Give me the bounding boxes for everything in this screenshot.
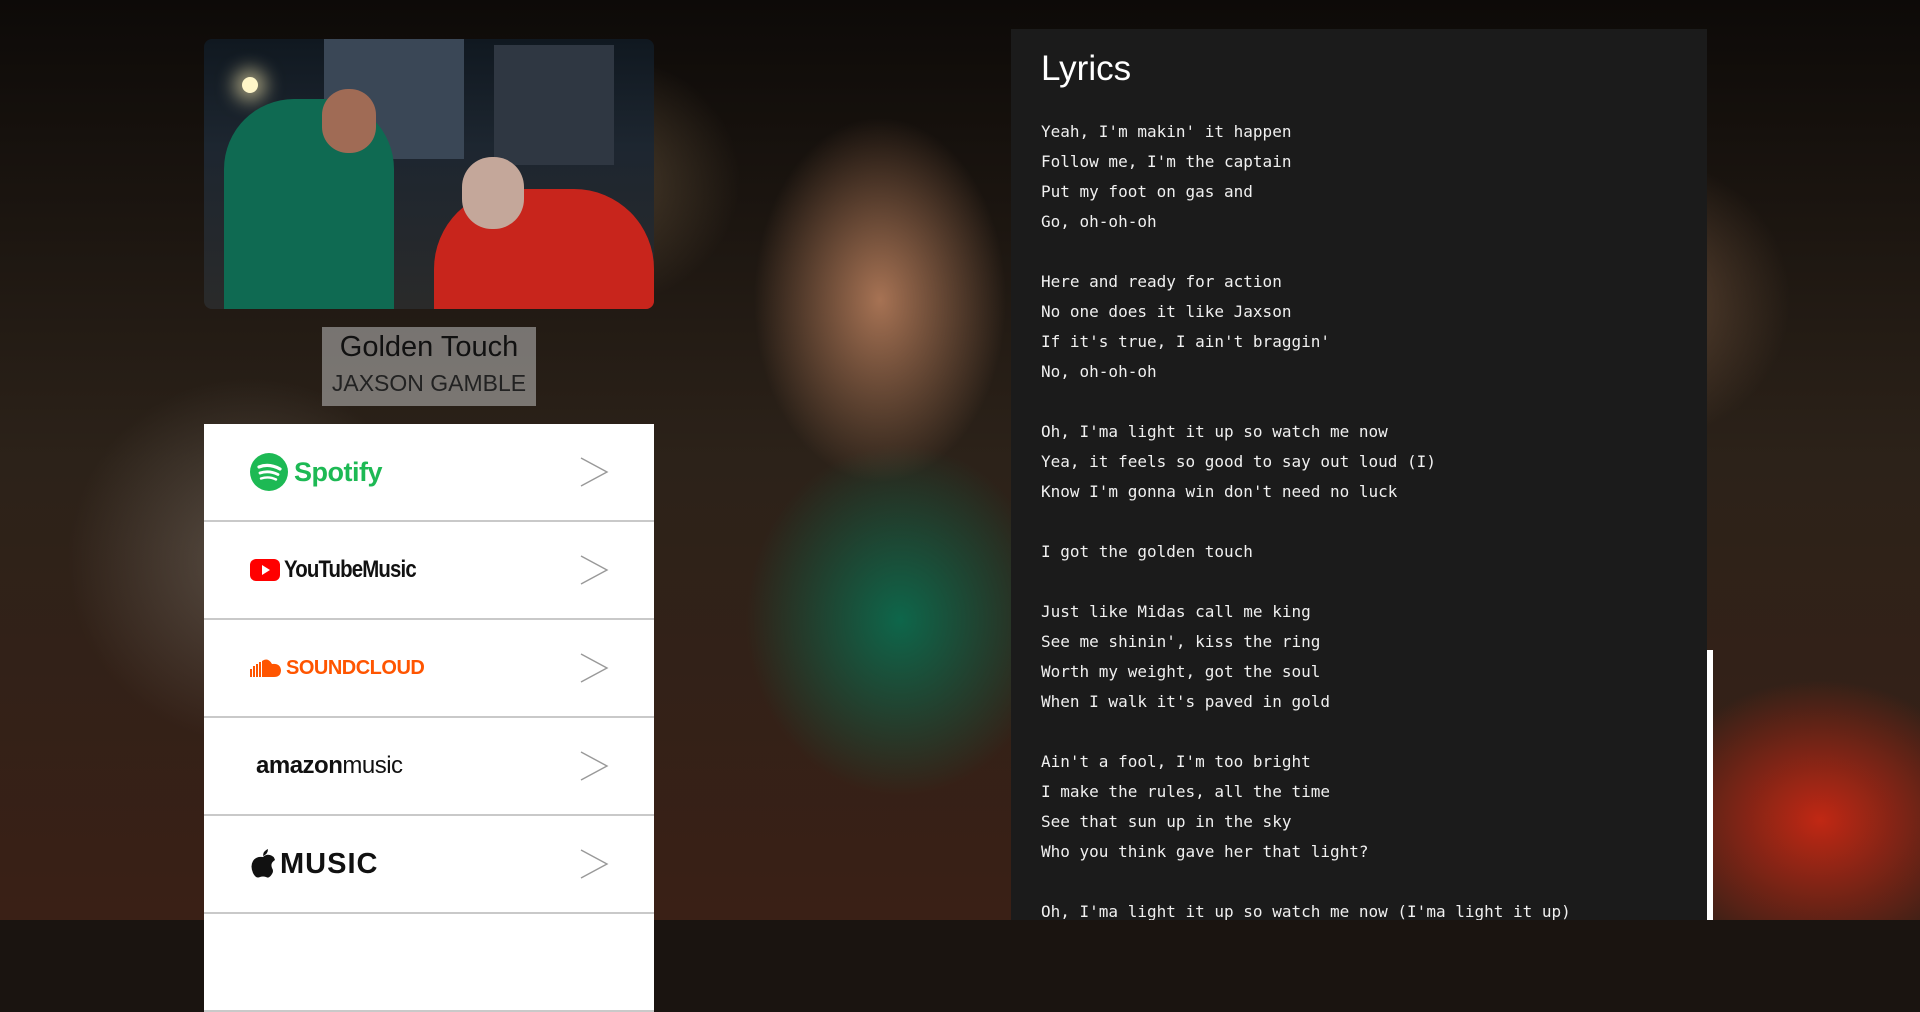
lyric-line <box>1041 237 1681 267</box>
lyric-line: Oh, I'ma light it up so watch me now <box>1041 422 1388 441</box>
lyric-line: If it's true, I ain't braggin' <box>1041 332 1330 351</box>
apple-music-logo: MUSIC <box>250 844 378 884</box>
lyric-line: Just like Midas call me king <box>1041 602 1311 621</box>
amazon-music-logo: amazonmusic <box>256 746 403 786</box>
artist-name: JAXSON GAMBLE <box>331 370 527 396</box>
platform-soundcloud[interactable]: SOUNDCLOUD <box>204 620 654 718</box>
chevron-right-icon <box>580 653 609 683</box>
lyric-line: I got the golden touch <box>1041 542 1253 561</box>
lyric-line <box>1041 507 1681 537</box>
chevron-right-icon <box>580 555 609 585</box>
lyric-line <box>1041 567 1681 597</box>
soundcloud-icon <box>250 659 281 677</box>
lyric-line <box>1041 387 1681 417</box>
lyric-line: No, oh-oh-oh <box>1041 362 1157 381</box>
soundcloud-logo: SOUNDCLOUD <box>250 648 425 688</box>
cover-street-light <box>242 77 258 93</box>
lyric-line: Yea, it feels so good to say out loud (I… <box>1041 452 1436 471</box>
youtube-music-logo: YouTubeMusic <box>250 550 439 590</box>
scrollbar[interactable] <box>1707 650 1713 920</box>
lyric-line: I make the rules, all the time <box>1041 782 1330 801</box>
lyric-line: Ain't a fool, I'm too bright <box>1041 752 1311 771</box>
lyric-line: Follow me, I'm the captain <box>1041 152 1292 171</box>
lyric-line: See that sun up in the sky <box>1041 812 1292 831</box>
spotify-logo: Spotify <box>250 452 383 492</box>
apple-music-wordmark: MUSIC <box>280 847 379 880</box>
song-title: Golden Touch <box>339 331 519 363</box>
album-cover <box>204 39 654 309</box>
platform-apple-music[interactable]: MUSIC <box>204 816 654 914</box>
platform-spotify[interactable]: Spotify <box>204 424 654 522</box>
lyric-line: Here and ready for action <box>1041 272 1282 291</box>
lyric-line <box>1041 717 1681 747</box>
lyric-line: See me shinin', kiss the ring <box>1041 632 1321 651</box>
lyric-line: Oh, I'ma light it up so watch me now (I'… <box>1041 902 1571 920</box>
song-info: Golden Touch JAXSON GAMBLE <box>322 327 536 406</box>
apple-icon <box>251 849 275 878</box>
soundcloud-wordmark: SOUNDCLOUD <box>286 656 425 679</box>
lyric-line: Yeah, I'm makin' it happen <box>1041 122 1292 141</box>
lyric-line: Go, oh-oh-oh <box>1041 212 1157 231</box>
amazon-music-wordmark: amazonmusic <box>256 752 403 780</box>
amazon-wordmark: amazon <box>256 752 343 779</box>
chevron-right-icon <box>580 751 609 781</box>
cover-person-left-face <box>322 89 376 153</box>
platform-more[interactable] <box>204 914 654 1012</box>
cover-building <box>494 45 614 165</box>
music-wordmark: music <box>342 752 403 779</box>
platform-list: Spotify YouTubeMusic SOUNDCLOUD amazonmu… <box>204 424 654 1012</box>
spotify-wordmark: Spotify <box>294 456 383 487</box>
youtube-music-wordmark: YouTubeMusic <box>284 556 417 583</box>
lyric-line <box>1041 867 1681 897</box>
lyric-line: Put my foot on gas and <box>1041 182 1253 201</box>
lyric-line: No one does it like Jaxson <box>1041 302 1292 321</box>
lyric-line: When I walk it's paved in gold <box>1041 692 1330 711</box>
chevron-right-icon <box>580 457 609 487</box>
youtube-icon <box>250 559 280 581</box>
spotify-icon <box>250 453 288 491</box>
lyric-line: Who you think gave her that light? <box>1041 842 1369 861</box>
platform-amazon-music[interactable]: amazonmusic <box>204 718 654 816</box>
lyrics-body: Yeah, I'm makin' it happen Follow me, I'm… <box>1041 117 1681 920</box>
cover-person-right-face <box>462 157 524 229</box>
lyric-line: Worth my weight, got the soul <box>1041 662 1321 681</box>
lyrics-panel[interactable]: Lyrics Yeah, I'm makin' it happen Follow … <box>1011 29 1707 920</box>
chevron-right-icon <box>580 849 609 879</box>
platform-youtube-music[interactable]: YouTubeMusic <box>204 522 654 620</box>
lyrics-heading: Lyrics <box>1041 49 1132 88</box>
lyric-line: Know I'm gonna win don't need no luck <box>1041 482 1398 501</box>
